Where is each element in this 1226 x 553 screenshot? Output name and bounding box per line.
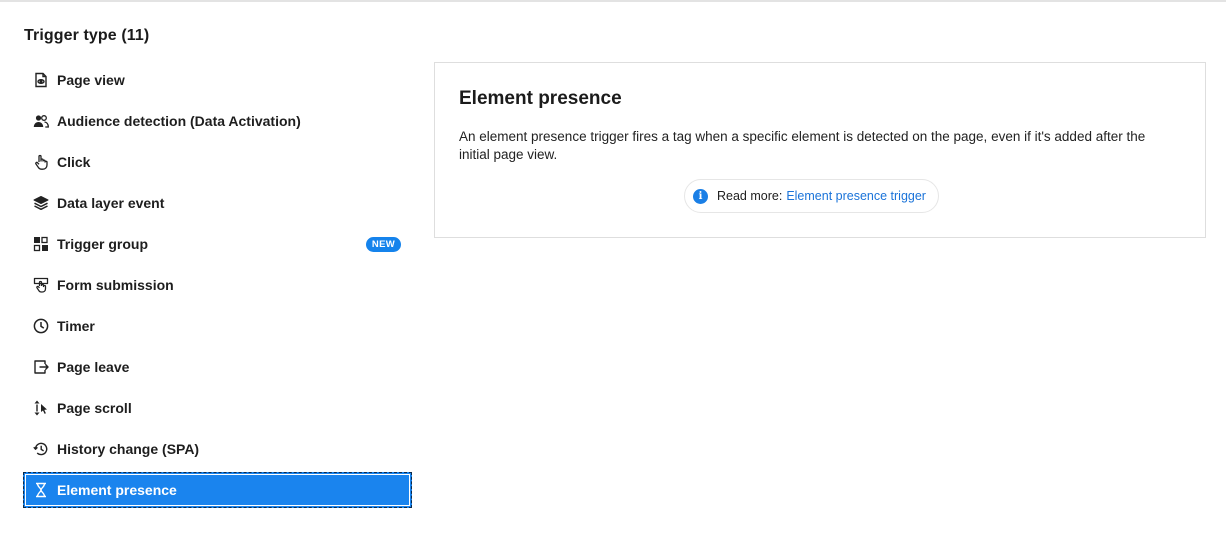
pointer-hand-icon: [32, 153, 50, 171]
trigger-item-label: Page view: [57, 71, 125, 88]
trigger-item-timer[interactable]: Timer: [23, 305, 412, 346]
trigger-item-label: Click: [57, 153, 91, 170]
trigger-item-form-submission[interactable]: Form submission: [23, 264, 412, 305]
trigger-item-label: Data layer event: [57, 194, 165, 211]
trigger-item-label: Page scroll: [57, 399, 132, 416]
read-more-pill: i Read more: Element presence trigger: [684, 179, 939, 213]
page-view-icon: [32, 71, 50, 89]
trigger-item-history-change[interactable]: History change (SPA): [23, 428, 412, 469]
new-badge: NEW: [365, 237, 401, 252]
section-title: Trigger type (11): [24, 27, 150, 44]
exit-icon: [32, 358, 50, 376]
layers-icon: [32, 194, 50, 212]
trigger-group-icon: [32, 235, 50, 253]
trigger-item-page-leave[interactable]: Page leave: [23, 346, 412, 387]
scroll-icon: [32, 399, 50, 417]
audience-icon: [32, 112, 50, 130]
detail-description: An element presence trigger fires a tag …: [459, 129, 1146, 162]
top-divider: [0, 0, 1226, 2]
trigger-item-label: Form submission: [57, 276, 174, 293]
trigger-item-label: Page leave: [57, 358, 130, 375]
hourglass-icon: [32, 481, 50, 499]
trigger-item-page-view[interactable]: Page view: [23, 59, 412, 100]
read-more-link[interactable]: Element presence trigger: [786, 189, 926, 203]
trigger-item-label: Trigger group: [57, 235, 148, 252]
trigger-item-trigger-group[interactable]: Trigger group NEW: [23, 223, 412, 264]
trigger-item-label: Timer: [57, 317, 95, 334]
trigger-type-list: Page view Audience detection (Data Activ…: [23, 59, 412, 508]
trigger-item-data-layer-event[interactable]: Data layer event: [23, 182, 412, 223]
trigger-item-label: Audience detection (Data Activation): [57, 112, 301, 129]
trigger-item-element-presence[interactable]: Element presence: [23, 472, 412, 508]
info-icon: i: [693, 188, 708, 204]
detail-title: Element presence: [459, 88, 622, 109]
trigger-detail-panel: Element presence An element presence tri…: [434, 62, 1206, 238]
trigger-item-audience-detection[interactable]: Audience detection (Data Activation): [23, 100, 412, 141]
trigger-item-click[interactable]: Click: [23, 141, 412, 182]
history-icon: [32, 440, 50, 458]
trigger-item-label: History change (SPA): [57, 440, 200, 457]
clock-icon: [32, 317, 50, 335]
read-more-prefix: Read more:: [717, 189, 783, 203]
trigger-item-page-scroll[interactable]: Page scroll: [23, 387, 412, 428]
form-submit-icon: [32, 276, 50, 294]
trigger-item-label: Element presence: [57, 482, 177, 498]
